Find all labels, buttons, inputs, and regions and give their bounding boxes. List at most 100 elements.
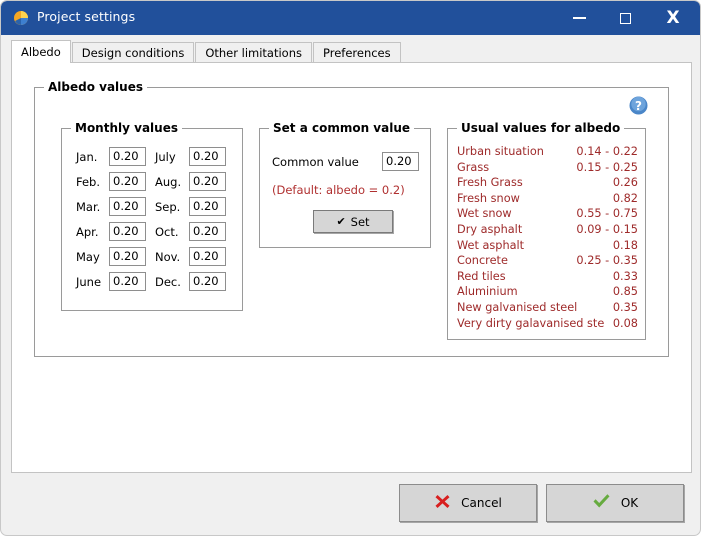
month-row: June 0.20 Dec. 0.20 <box>62 271 244 296</box>
month-label-apr: Apr. <box>76 225 99 239</box>
month-input-jan[interactable]: 0.20 <box>109 147 146 166</box>
usual-value-number: 0.26 <box>612 176 638 190</box>
cancel-button-label: Cancel <box>461 496 502 510</box>
usual-value-number: 0.08 <box>612 316 638 330</box>
list-item: New galvanised steel 0.35 <box>448 301 647 317</box>
usual-value-number: 0.82 <box>612 191 638 205</box>
month-label-mar: Mar. <box>76 200 101 214</box>
usual-value-number: 0.18 <box>612 238 638 252</box>
tab-other-limitations-label: Other limitations <box>205 46 302 60</box>
usual-value-name: Wet asphalt <box>457 238 525 252</box>
tab-preferences[interactable]: Preferences <box>312 42 401 63</box>
list-item: Wet snow 0.55 - 0.75 <box>448 207 647 223</box>
month-input-mar[interactable]: 0.20 <box>109 197 146 216</box>
ok-button-label: OK <box>620 496 639 510</box>
month-label-may: May <box>76 250 100 264</box>
usual-value-number: 0.14 - 0.22 <box>576 145 638 158</box>
month-input-dec[interactable]: 0.20 <box>189 272 226 291</box>
month-input-may[interactable]: 0.20 <box>109 247 146 266</box>
common-value-group: Set a common value Common value 0.20 (De… <box>259 121 431 248</box>
month-input-jun[interactable]: 0.20 <box>109 272 146 291</box>
month-label-aug: Aug. <box>155 175 182 189</box>
month-input-oct[interactable]: 0.20 <box>189 222 226 241</box>
usual-value-number: 0.55 - 0.75 <box>576 207 638 221</box>
common-value-group-label: Set a common value <box>269 121 415 135</box>
usual-value-name: Very dirty galavanised ste <box>457 316 605 330</box>
ok-button[interactable]: OK <box>546 484 684 522</box>
close-button[interactable]: X <box>650 1 696 35</box>
list-item: Concrete 0.25 - 0.35 <box>448 254 647 270</box>
usual-value-name: Fresh Grass <box>457 176 523 190</box>
usual-value-name: Fresh snow <box>457 191 520 205</box>
set-button[interactable]: ✔ Set <box>313 210 393 233</box>
green-check-icon <box>592 493 611 513</box>
minimize-icon <box>572 17 586 19</box>
tab-preferences-label: Preferences <box>322 46 391 60</box>
common-value-label: Common value <box>272 155 359 169</box>
list-item: Very dirty galavanised ste 0.08 <box>448 317 647 333</box>
month-input-feb[interactable]: 0.20 <box>109 172 146 191</box>
tab-content-panel: ? Albedo values Monthly values Jan. 0.20… <box>11 62 692 473</box>
month-input-apr[interactable]: 0.20 <box>109 222 146 241</box>
monthly-values-group: Monthly values Jan. 0.20 July 0.20 Feb. … <box>61 121 244 311</box>
list-item: Aluminium 0.85 <box>448 285 647 301</box>
list-item: Fresh Grass 0.26 <box>448 176 647 192</box>
usual-value-name: Concrete <box>457 254 508 268</box>
monthly-values-grid: Jan. 0.20 July 0.20 Feb. 0.20 Aug. 0.20 … <box>62 146 244 296</box>
usual-value-name: Aluminium <box>457 285 518 299</box>
month-label-jun: June <box>76 275 102 289</box>
albedo-values-group: Albedo values Monthly values Jan. 0.20 J… <box>34 80 669 357</box>
albedo-values-group-label: Albedo values <box>44 80 147 94</box>
window-title: Project settings <box>37 9 136 24</box>
month-row: Jan. 0.20 July 0.20 <box>62 146 244 171</box>
usual-value-number: 0.85 <box>612 285 638 299</box>
usual-values-group-label: Usual values for albedo <box>457 121 625 135</box>
month-input-aug[interactable]: 0.20 <box>189 172 226 191</box>
set-button-label: Set <box>350 214 370 229</box>
red-x-icon <box>434 493 451 513</box>
month-row: Mar. 0.20 Sep. 0.20 <box>62 196 244 221</box>
list-item: Urban situation 0.14 - 0.22 <box>448 145 647 161</box>
usual-value-name: Dry asphalt <box>457 222 523 236</box>
usual-value-number: 0.15 - 0.25 <box>576 160 638 174</box>
sun-pie-icon <box>13 10 29 26</box>
month-label-dec: Dec. <box>155 275 181 289</box>
usual-value-number: 0.09 - 0.15 <box>576 222 638 236</box>
tab-design-conditions-label: Design conditions <box>81 46 185 60</box>
tab-albedo[interactable]: Albedo <box>11 40 71 63</box>
title-bar: Project settings X <box>1 1 700 35</box>
usual-values-list: Urban situation 0.14 - 0.22 Grass 0.15 -… <box>448 145 647 332</box>
month-label-oct: Oct. <box>155 225 179 239</box>
monthly-values-group-label: Monthly values <box>71 121 182 135</box>
month-input-nov[interactable]: 0.20 <box>189 247 226 266</box>
usual-value-name: Wet snow <box>457 207 512 221</box>
usual-value-name: Red tiles <box>457 269 506 283</box>
common-value-input[interactable]: 0.20 <box>382 152 419 171</box>
maximize-icon <box>619 12 631 24</box>
tab-albedo-label: Albedo <box>21 45 61 59</box>
list-item: Fresh snow 0.82 <box>448 192 647 208</box>
tab-design-conditions[interactable]: Design conditions <box>71 42 195 63</box>
month-row: May 0.20 Nov. 0.20 <box>62 246 244 271</box>
minimize-button[interactable] <box>556 1 602 35</box>
usual-value-number: 0.25 - 0.35 <box>576 254 638 268</box>
default-albedo-note: (Default: albedo = 0.2) <box>272 183 405 197</box>
list-item: Grass 0.15 - 0.25 <box>448 161 647 177</box>
month-input-jul[interactable]: 0.20 <box>189 147 226 166</box>
list-item: Red tiles 0.33 <box>448 270 647 286</box>
month-row: Feb. 0.20 Aug. 0.20 <box>62 171 244 196</box>
month-label-jul: July <box>155 150 176 164</box>
project-settings-window: Project settings X Albedo Design conditi… <box>0 0 701 536</box>
usual-values-group: Usual values for albedo Urban situation … <box>447 121 647 340</box>
cancel-button[interactable]: Cancel <box>399 484 537 522</box>
month-label-nov: Nov. <box>155 250 181 264</box>
usual-value-name: Urban situation <box>457 145 544 158</box>
tab-other-limitations[interactable]: Other limitations <box>195 42 312 63</box>
tab-strip: Albedo Design conditions Other limitatio… <box>11 40 402 63</box>
month-label-sep: Sep. <box>155 200 181 214</box>
usual-value-number: 0.33 <box>612 269 638 283</box>
month-row: Apr. 0.20 Oct. 0.20 <box>62 221 244 246</box>
month-input-sep[interactable]: 0.20 <box>189 197 226 216</box>
maximize-button[interactable] <box>602 1 648 35</box>
month-label-feb: Feb. <box>76 175 101 189</box>
